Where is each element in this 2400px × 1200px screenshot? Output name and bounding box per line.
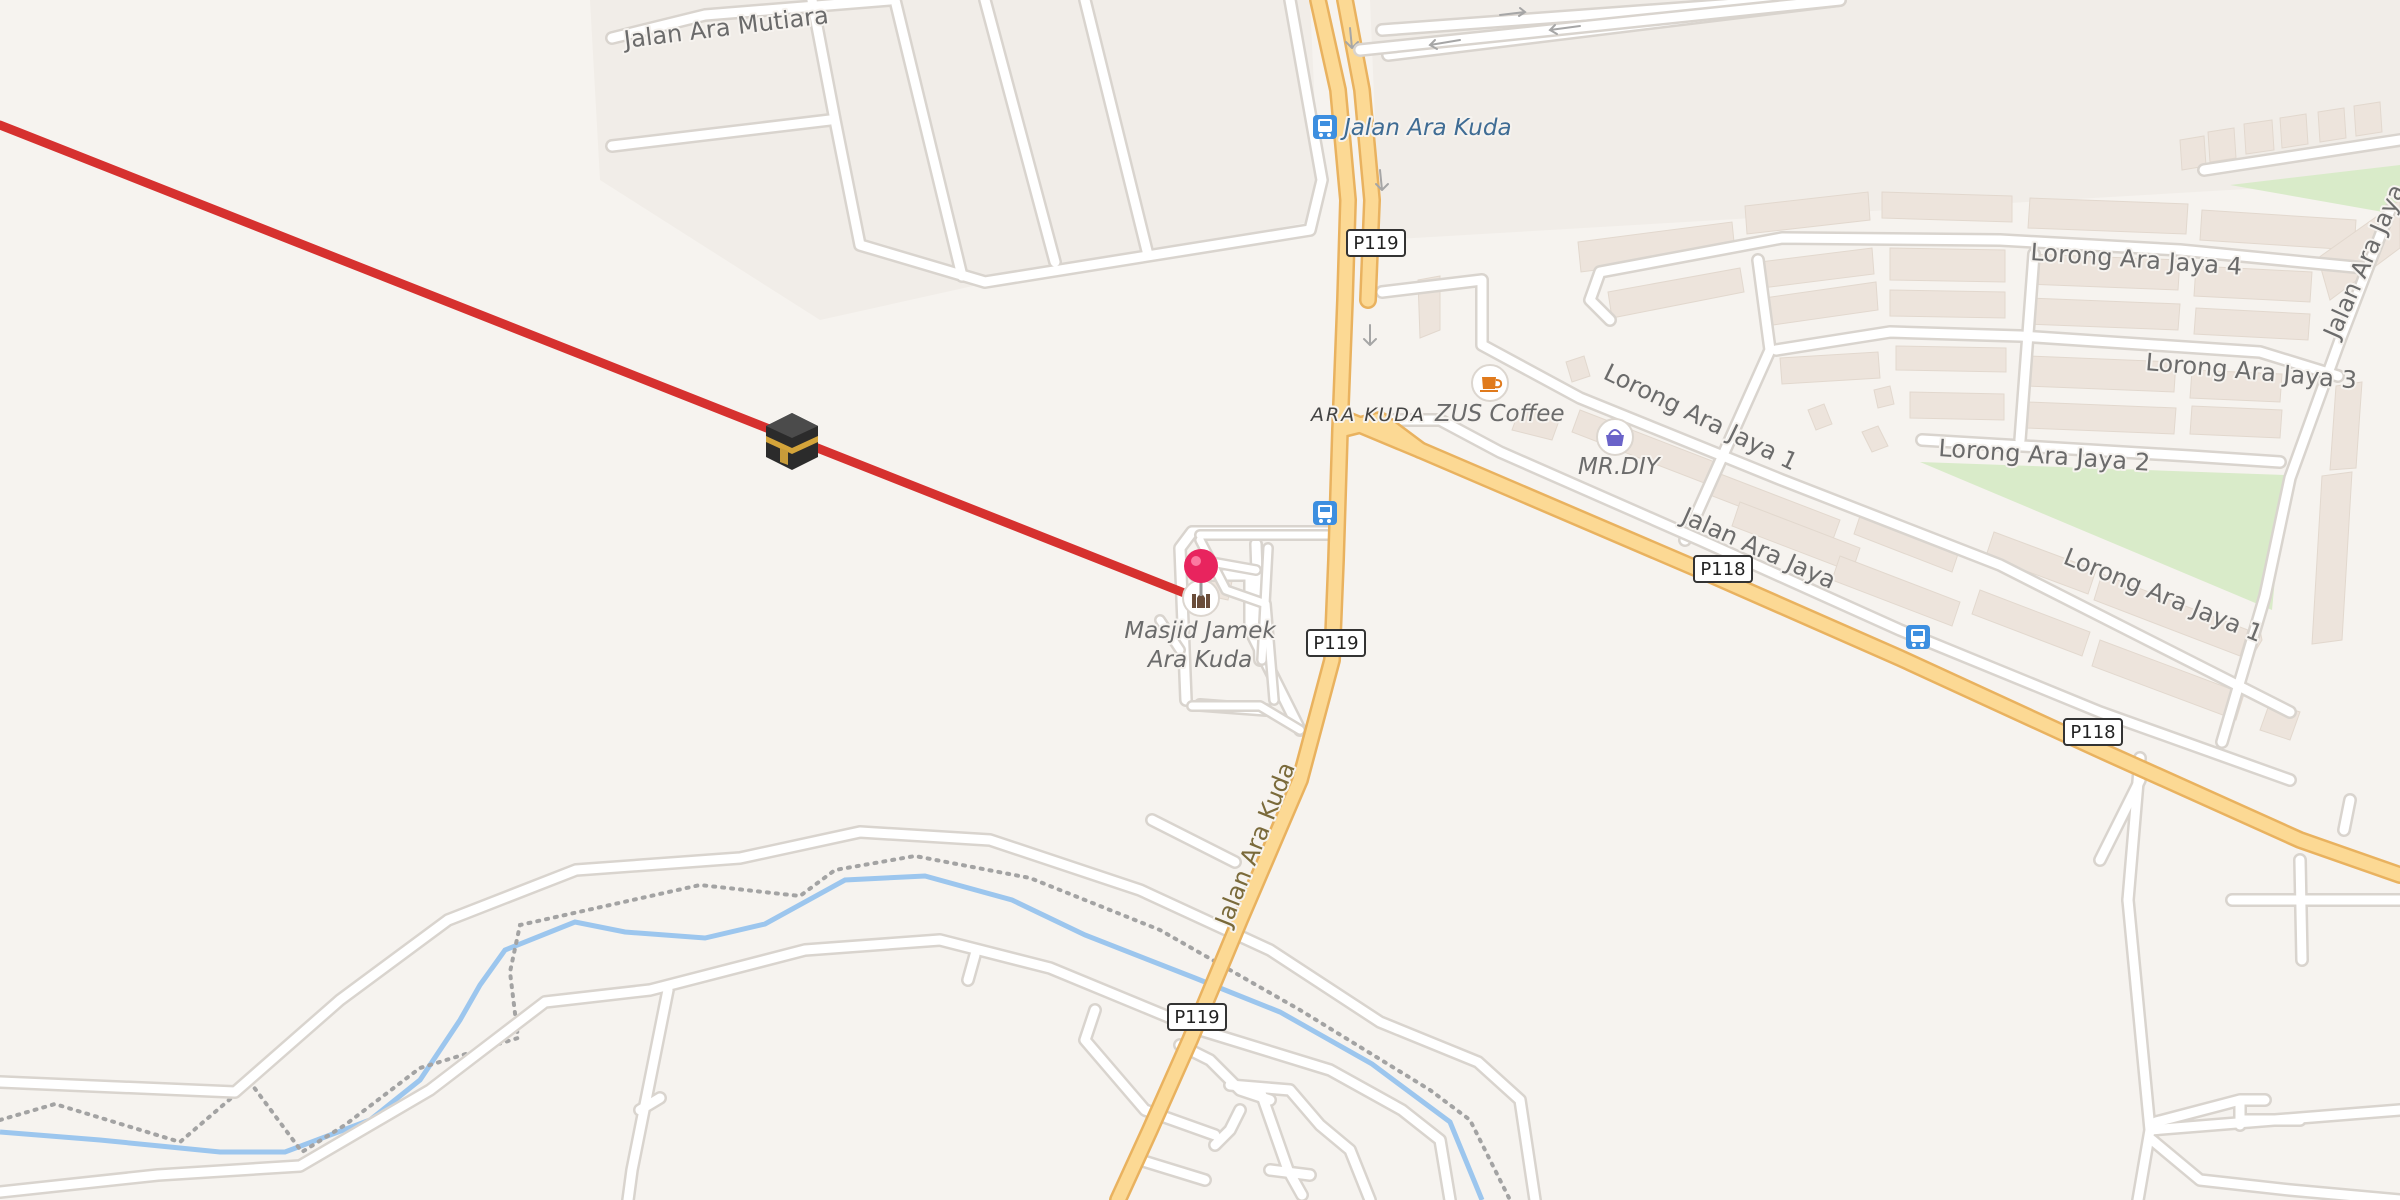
svg-text:P119: P119 — [1353, 233, 1398, 254]
route-shield-p119: P119 — [1306, 629, 1366, 657]
coffee-cup-icon[interactable] — [1471, 364, 1509, 402]
svg-text:P119: P119 — [1313, 633, 1358, 654]
shopping-basket-icon[interactable] — [1596, 418, 1634, 456]
area-label: ARA KUDA — [1309, 404, 1426, 426]
route-shield-p119: P119 — [1167, 1003, 1227, 1031]
bus-stop-icon[interactable] — [1313, 501, 1337, 525]
poi-label: ZUS Coffee — [1434, 401, 1565, 427]
bus-stop-icon[interactable] — [1906, 625, 1930, 649]
route-shield-p119: P119 — [1346, 229, 1406, 257]
svg-text:P118: P118 — [1700, 559, 1745, 580]
svg-text:P118: P118 — [2070, 722, 2115, 743]
bus-stop-icon[interactable] — [1313, 115, 1337, 139]
svg-text:P119: P119 — [1174, 1007, 1219, 1028]
poi-label: MR.DIY — [1578, 454, 1662, 480]
route-shield-p118: P118 — [1693, 555, 1753, 583]
poi-label: Ara Kuda — [1146, 647, 1252, 673]
route-shield-p118: P118 — [2063, 718, 2123, 746]
poi-label: Masjid Jamek — [1124, 618, 1277, 644]
map-canvas[interactable]: P119 P119 P119 P118 P118 Jalan Ara Mutia… — [0, 0, 2400, 1200]
bus-stop-label: Jalan Ara Kuda — [1340, 115, 1512, 141]
map-view[interactable]: P119 P119 P119 P118 P118 Jalan Ara Mutia… — [0, 0, 2400, 1200]
